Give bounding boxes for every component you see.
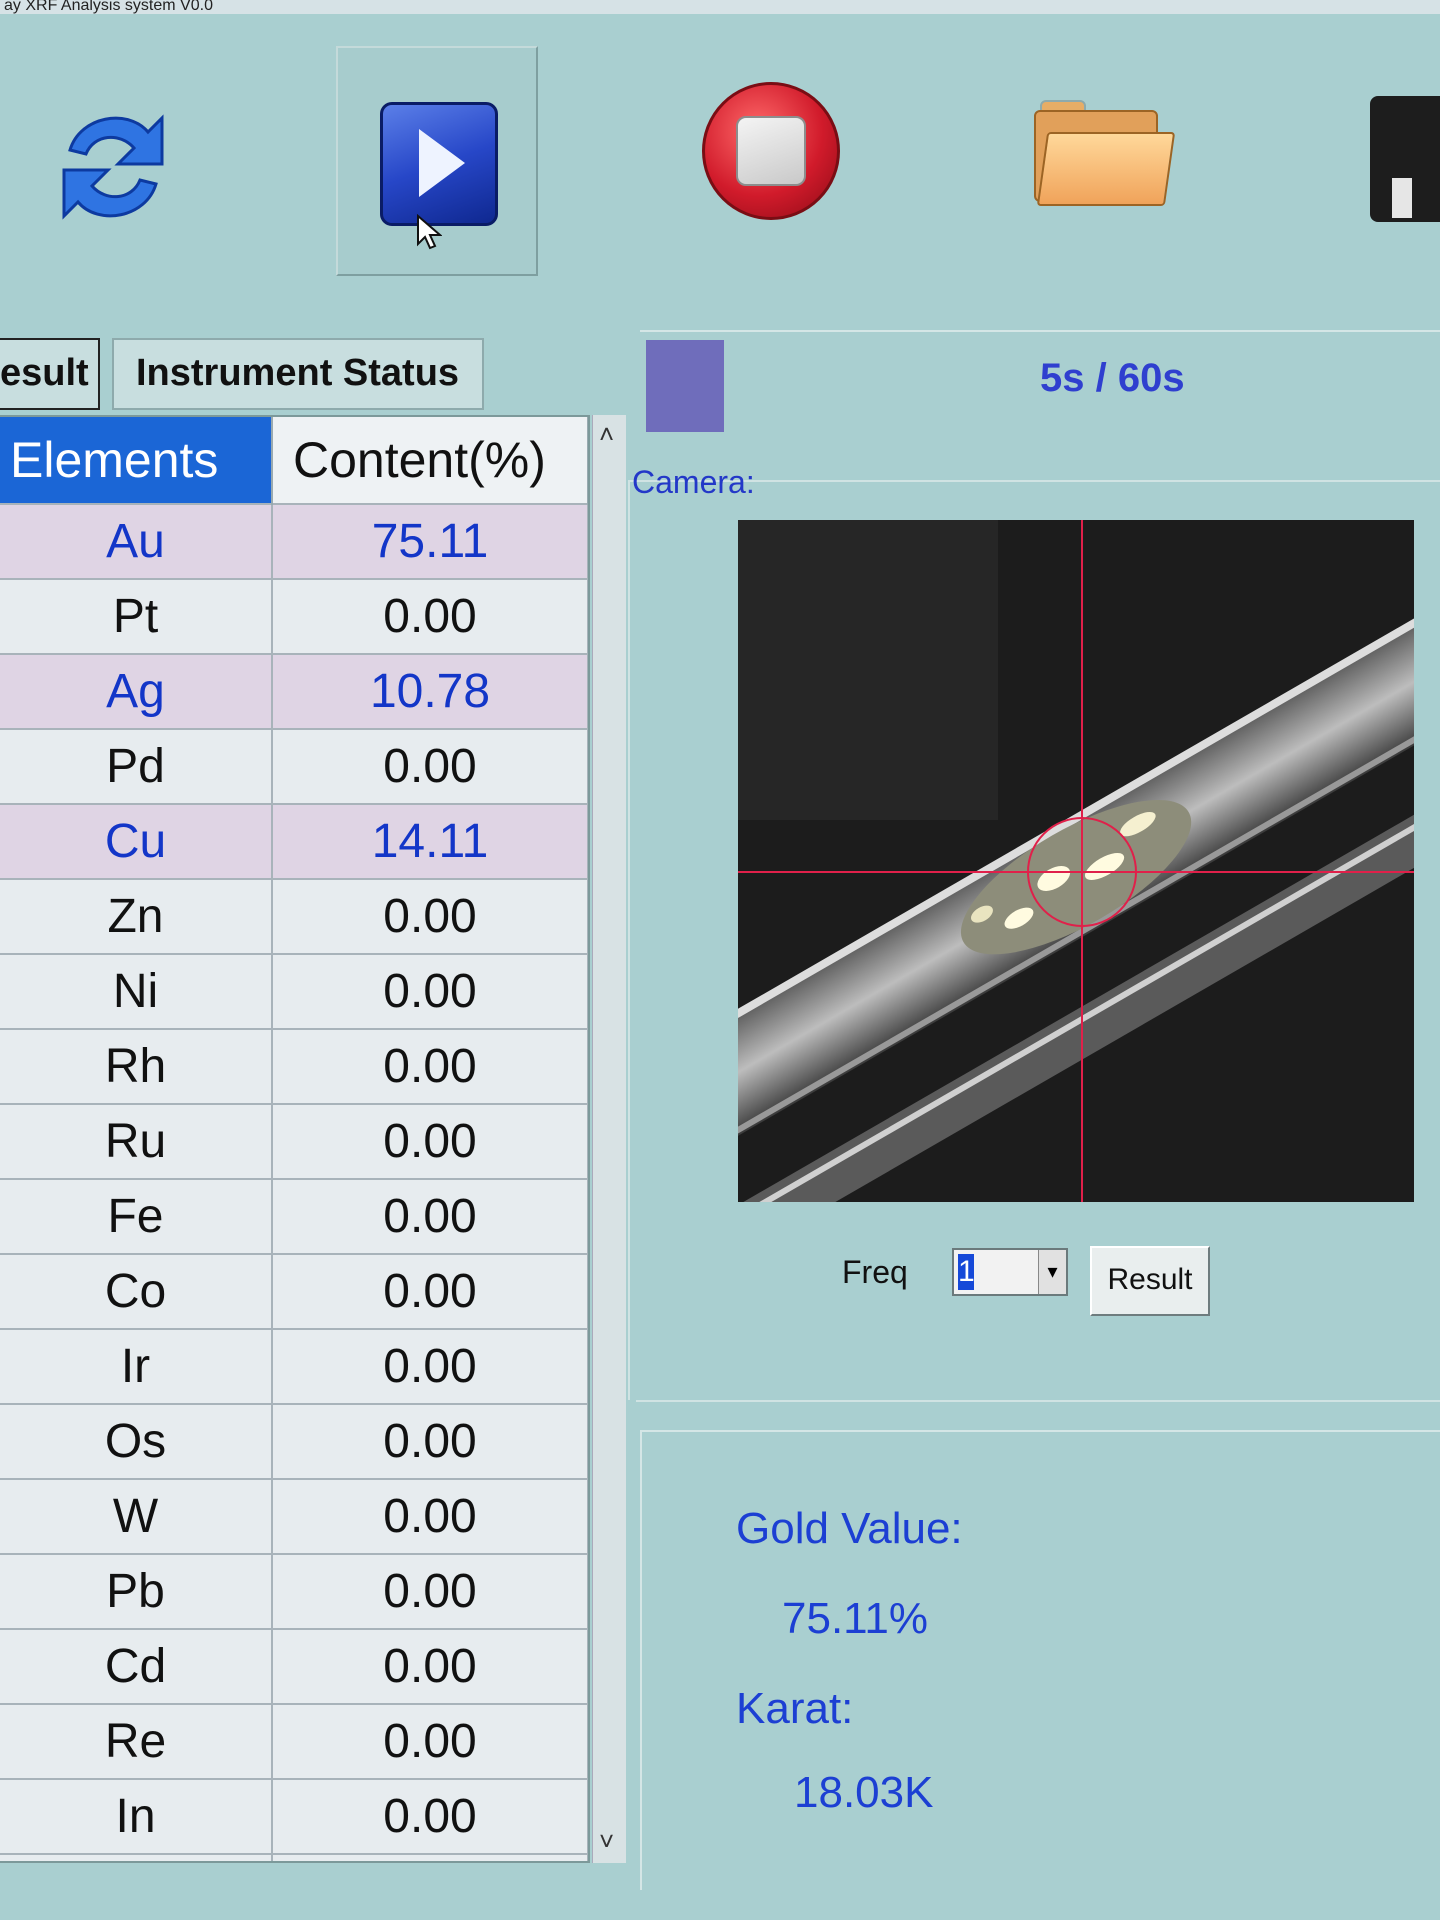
table-row[interactable]: Os 0.00 <box>0 1403 588 1479</box>
refresh-icon <box>62 114 164 220</box>
element-cell: Ag <box>0 653 273 729</box>
content-cell: 14.11 <box>272 803 588 879</box>
content-cell: 0.00 <box>272 953 588 1029</box>
element-cell: Os <box>0 1403 273 1479</box>
content-cell: 0.00 <box>272 1778 588 1854</box>
freq-select[interactable]: 1 ▾ <box>952 1248 1068 1296</box>
element-cell: Pt <box>0 578 273 654</box>
table-row[interactable]: Pd 0.00 <box>0 728 588 804</box>
panel-divider <box>636 1400 1440 1402</box>
content-cell: 0.00 <box>272 878 588 954</box>
element-cell: Au <box>0 503 273 579</box>
table-row[interactable]: Ir 0.00 <box>0 1328 588 1404</box>
element-cell: Cu <box>0 803 273 879</box>
save-icon <box>1392 178 1412 218</box>
scroll-down-icon[interactable]: ˅ <box>599 1826 614 1857</box>
element-cell: Rh <box>0 1028 273 1104</box>
tab-result[interactable]: esult <box>0 338 100 410</box>
elements-table: Elements Content(%) Au 75.11 Pt 0.00 Ag 10.78… <box>0 415 590 1863</box>
table-scrollbar[interactable]: ˄ ˅ <box>592 415 626 1863</box>
element-cell: Pb <box>0 1553 273 1629</box>
content-cell: 0.00 <box>272 1178 588 1254</box>
element-cell: Pd <box>0 728 273 804</box>
header-elements[interactable]: Elements <box>0 417 273 504</box>
table-row[interactable]: W 0.00 <box>0 1478 588 1554</box>
cursor-icon <box>417 214 442 250</box>
content-cell: 0.00 <box>272 1703 588 1779</box>
table-row[interactable]: Pt 0.00 <box>0 578 588 654</box>
gold-value-label: Gold Value: <box>736 1504 963 1553</box>
karat-value: 18.03K <box>794 1768 934 1817</box>
content-cell: 0.00 <box>272 1103 588 1179</box>
table-row[interactable]: Re 0.00 <box>0 1703 588 1779</box>
content-cell: 0.00 <box>272 1028 588 1104</box>
camera-view <box>738 520 1414 1202</box>
element-cell: Ni <box>0 953 273 1029</box>
toolbar <box>0 14 1440 276</box>
window-title: ay XRF Analysis system V0.0 <box>0 0 1440 14</box>
content-cell: 0.00 <box>272 578 588 654</box>
camera-image <box>738 520 1414 1202</box>
table-row[interactable]: Fe 0.00 <box>0 1178 588 1254</box>
table-row[interactable]: Ag 10.78 <box>0 653 588 729</box>
content-cell: 75.11 <box>272 503 588 579</box>
stop-square <box>736 116 806 186</box>
progress-text: 5s / 60s <box>1040 356 1185 400</box>
gold-panel <box>640 1430 1440 1890</box>
element-cell: Fe <box>0 1178 273 1254</box>
freq-value[interactable]: 1 <box>958 1254 975 1290</box>
element-cell: W <box>0 1478 273 1554</box>
save-button[interactable] <box>1370 96 1440 222</box>
table-row[interactable]: Rh 0.00 <box>0 1028 588 1104</box>
content-cell: 0.00 <box>272 1253 588 1329</box>
element-cell: Hg <box>0 1853 273 1861</box>
camera-label: Camera: <box>632 464 755 500</box>
content-cell: 0.00 <box>272 1553 588 1629</box>
table-row[interactable]: In 0.00 <box>0 1778 588 1854</box>
karat-label: Karat: <box>736 1684 854 1733</box>
content-cell: 0.00 <box>272 1853 588 1861</box>
scroll-up-icon[interactable]: ˄ <box>599 419 614 450</box>
table-row[interactable]: Cu 14.11 <box>0 803 588 879</box>
table-row[interactable]: Ni 0.00 <box>0 953 588 1029</box>
header-content[interactable]: Content(%) <box>272 417 588 504</box>
table-row[interactable]: Pb 0.00 <box>0 1553 588 1629</box>
freq-label: Freq <box>842 1254 908 1290</box>
table-row[interactable]: Zn 0.00 <box>0 878 588 954</box>
table-row[interactable]: Cd 0.00 <box>0 1628 588 1704</box>
content-cell: 0.00 <box>272 728 588 804</box>
content-cell: 10.78 <box>272 653 588 729</box>
element-cell: Cd <box>0 1628 273 1704</box>
content-cell: 0.00 <box>272 1328 588 1404</box>
content-cell: 0.00 <box>272 1403 588 1479</box>
table-row[interactable]: Co 0.00 <box>0 1253 588 1329</box>
element-cell: Ru <box>0 1103 273 1179</box>
play-icon <box>380 102 498 226</box>
element-cell: Ir <box>0 1328 273 1404</box>
start-button[interactable] <box>336 46 538 276</box>
content-cell: 0.00 <box>272 1478 588 1554</box>
chevron-down-icon[interactable]: ▾ <box>1038 1250 1066 1294</box>
refresh-button[interactable] <box>58 102 168 232</box>
element-cell: Zn <box>0 878 273 954</box>
progress-bar <box>646 340 724 432</box>
table-row[interactable]: Hg0.00 <box>0 1853 588 1861</box>
stop-button[interactable] <box>702 82 840 220</box>
element-cell: In <box>0 1778 273 1854</box>
element-cell: Co <box>0 1253 273 1329</box>
gold-value: 75.11% <box>782 1594 928 1643</box>
table-row[interactable]: Ru 0.00 <box>0 1103 588 1179</box>
table-row[interactable]: Au 75.11 <box>0 503 588 579</box>
tab-instrument-status[interactable]: Instrument Status <box>112 338 484 410</box>
content-cell: 0.00 <box>272 1628 588 1704</box>
open-folder-button[interactable] <box>1034 100 1176 210</box>
elements-grid: Elements Content(%) Au 75.11 Pt 0.00 Ag 10.78… <box>0 417 588 1861</box>
folder-front <box>1036 132 1176 206</box>
element-cell: Re <box>0 1703 273 1779</box>
result-button[interactable]: Result <box>1090 1246 1210 1316</box>
